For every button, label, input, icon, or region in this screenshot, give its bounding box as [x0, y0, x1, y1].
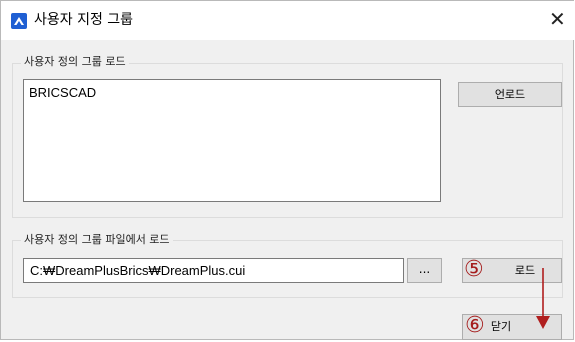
custom-group-dialog: 사용자 지정 그룹 ✕ 사용자 정의 그룹 로드 BRICSCAD 언로드 사용…	[0, 0, 574, 340]
step-arrow	[536, 268, 550, 329]
